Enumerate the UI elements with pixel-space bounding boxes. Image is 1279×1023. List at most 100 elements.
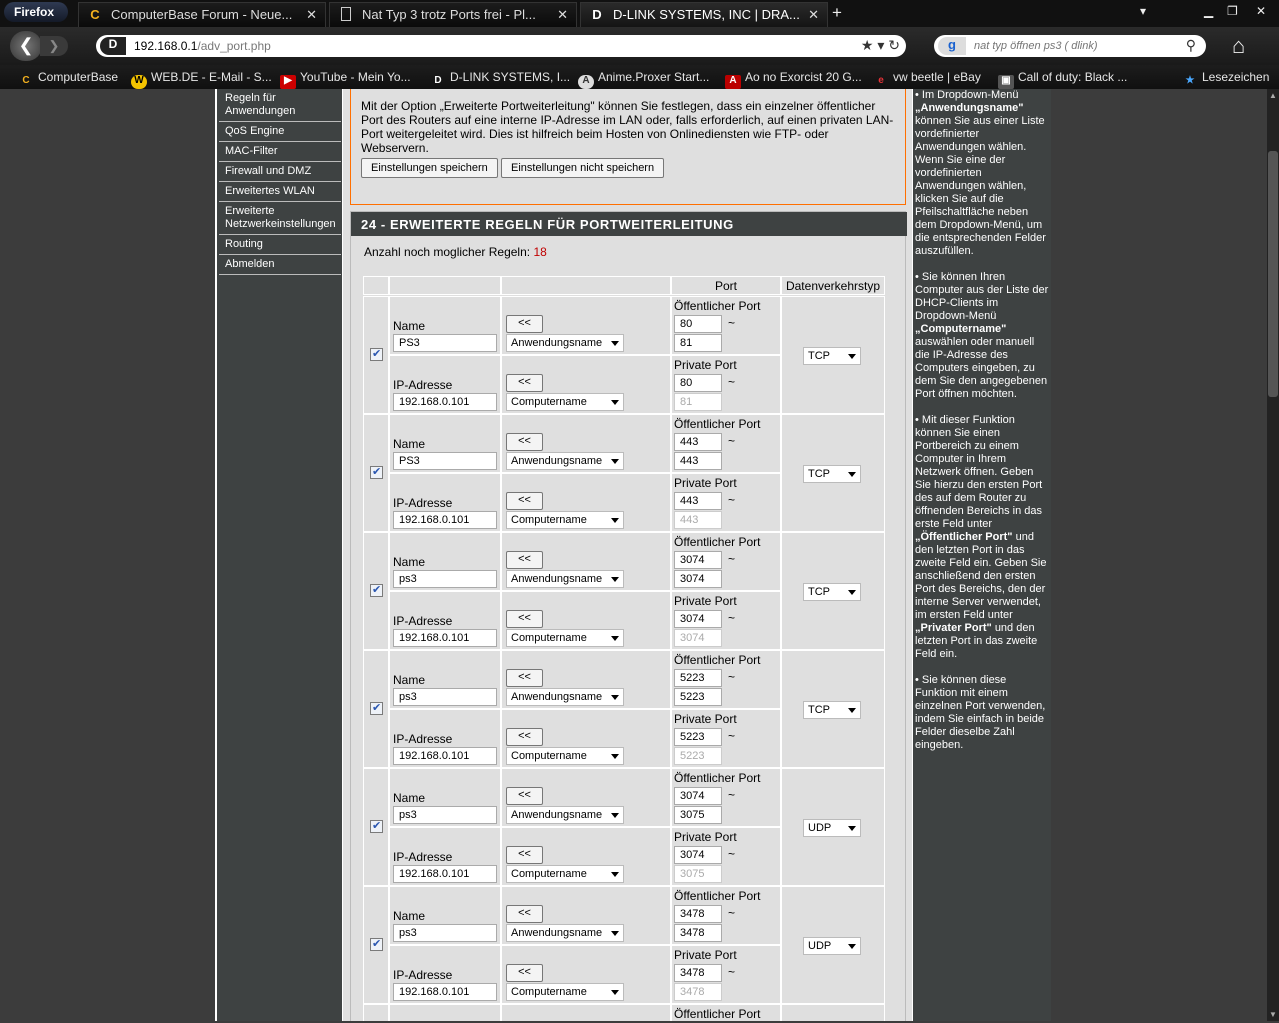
name-input[interactable] — [393, 334, 497, 352]
firefox-menu-button[interactable]: Firefox — [4, 2, 68, 22]
private-port-end-input[interactable] — [674, 511, 722, 529]
copy-app-button[interactable]: << — [506, 551, 543, 569]
search-bar[interactable]: g ⚲ — [934, 35, 1206, 57]
home-icon[interactable]: ⌂ — [1232, 33, 1245, 59]
ip-address-input[interactable] — [393, 393, 497, 411]
computer-name-select[interactable]: Computername — [506, 393, 624, 411]
new-tab-button[interactable]: + — [832, 3, 842, 23]
public-port-start-input[interactable] — [674, 787, 722, 805]
reload-icon[interactable]: ↻ — [888, 37, 900, 53]
private-port-start-input[interactable] — [674, 728, 722, 746]
app-name-select[interactable]: Anwendungsname — [506, 334, 624, 352]
ip-address-input[interactable] — [393, 747, 497, 765]
app-name-select[interactable]: Anwendungsname — [506, 452, 624, 470]
traffic-type-select[interactable]: TCP — [803, 701, 861, 719]
minimize-icon[interactable]: ▁ — [1204, 4, 1213, 18]
enable-checkbox[interactable] — [370, 701, 383, 715]
private-port-end-input[interactable] — [674, 747, 722, 765]
close-icon[interactable]: ✕ — [808, 7, 819, 23]
copy-computer-button[interactable]: << — [506, 846, 543, 864]
restore-icon[interactable]: ❐ — [1227, 4, 1238, 18]
ip-address-input[interactable] — [393, 865, 497, 883]
traffic-type-select[interactable]: UDP — [803, 937, 861, 955]
public-port-end-input[interactable] — [674, 806, 722, 824]
public-port-end-input[interactable] — [674, 334, 722, 352]
public-port-start-input[interactable] — [674, 669, 722, 687]
history-dropdown-icon[interactable]: ▾ — [877, 37, 884, 53]
google-icon[interactable]: g — [938, 37, 966, 55]
private-port-end-input[interactable] — [674, 983, 722, 1001]
public-port-start-input[interactable] — [674, 315, 722, 333]
public-port-end-input[interactable] — [674, 688, 722, 706]
bookmark-ao-no-exorcist[interactable]: A Ao no Exorcist 20 G... — [725, 70, 862, 89]
bookmark-anime-proxer[interactable]: A Anime.Proxer Start... — [578, 70, 709, 89]
close-icon[interactable]: ✕ — [557, 7, 568, 23]
close-icon[interactable]: ✕ — [306, 7, 317, 23]
scroll-up-icon[interactable]: ▲ — [1269, 91, 1277, 100]
private-port-start-input[interactable] — [674, 374, 722, 392]
copy-computer-button[interactable]: << — [506, 728, 543, 746]
tab-dlink[interactable]: D D-LINK SYSTEMS, INC | DRA... ✕ — [580, 2, 828, 27]
scrollbar-thumb[interactable] — [1268, 151, 1278, 397]
bookmarks-menu[interactable]: ★ Lesezeichen — [1182, 70, 1270, 89]
ip-address-input[interactable] — [393, 983, 497, 1001]
sidebar-item-firewall-dmz[interactable]: Firewall und DMZ — [219, 162, 341, 182]
sidebar-item-abmelden[interactable]: Abmelden — [219, 255, 341, 275]
enable-checkbox[interactable] — [370, 347, 383, 361]
public-port-start-input[interactable] — [674, 433, 722, 451]
name-input[interactable] — [393, 452, 497, 470]
app-name-select[interactable]: Anwendungsname — [506, 688, 624, 706]
scroll-down-icon[interactable]: ▼ — [1269, 1010, 1277, 1019]
forward-button[interactable]: ❯ — [40, 36, 68, 56]
sidebar-item-mac-filter[interactable]: MAC-Filter — [219, 142, 341, 162]
window-close-icon[interactable]: ✕ — [1256, 4, 1266, 18]
ip-address-input[interactable] — [393, 629, 497, 647]
computer-name-select[interactable]: Computername — [506, 629, 624, 647]
computer-name-select[interactable]: Computername — [506, 747, 624, 765]
computer-name-select[interactable]: Computername — [506, 983, 624, 1001]
name-input[interactable] — [393, 570, 497, 588]
app-name-select[interactable]: Anwendungsname — [506, 806, 624, 824]
app-name-select[interactable]: Anwendungsname — [506, 924, 624, 942]
bookmark-computerbase[interactable]: C ComputerBase — [18, 70, 118, 89]
traffic-type-select[interactable]: TCP — [803, 465, 861, 483]
site-identity-icon[interactable]: D — [100, 37, 126, 55]
sidebar-item-qos-engine[interactable]: QoS Engine — [219, 122, 341, 142]
name-input[interactable] — [393, 924, 497, 942]
dont-save-settings-button[interactable]: Einstellungen nicht speichern — [501, 158, 665, 178]
bookmark-youtube[interactable]: ▶ YouTube - Mein Yo... — [280, 70, 411, 89]
bookmark-star-icon[interactable]: ★ — [861, 37, 874, 53]
enable-checkbox[interactable] — [370, 937, 383, 951]
private-port-start-input[interactable] — [674, 964, 722, 982]
bookmark-dlink[interactable]: D D-LINK SYSTEMS, I... — [430, 70, 570, 89]
copy-computer-button[interactable]: << — [506, 610, 543, 628]
computer-name-select[interactable]: Computername — [506, 511, 624, 529]
public-port-end-input[interactable] — [674, 452, 722, 470]
public-port-end-input[interactable] — [674, 924, 722, 942]
traffic-type-select[interactable]: TCP — [803, 347, 861, 365]
page-scrollbar[interactable]: ▲ ▼ — [1267, 89, 1279, 1021]
copy-computer-button[interactable]: << — [506, 492, 543, 510]
search-input[interactable] — [974, 38, 1174, 54]
sidebar-item-erweitertes-wlan[interactable]: Erweitertes WLAN — [219, 182, 341, 202]
private-port-start-input[interactable] — [674, 492, 722, 510]
enable-checkbox[interactable] — [370, 583, 383, 597]
ip-address-input[interactable] — [393, 511, 497, 529]
app-name-select[interactable]: Anwendungsname — [506, 570, 624, 588]
bookmark-webde[interactable]: W WEB.DE - E-Mail - S... — [131, 70, 272, 89]
tab-nat-typ[interactable]: Nat Typ 3 trotz Ports frei - Pl... ✕ — [329, 2, 577, 27]
back-button[interactable]: ❮ — [10, 31, 42, 61]
url-text[interactable]: 192.168.0.1/adv_port.php — [134, 39, 271, 53]
name-input[interactable] — [393, 688, 497, 706]
bookmark-call-of-duty[interactable]: ▣ Call of duty: Black ... — [998, 70, 1127, 89]
url-bar[interactable]: D 192.168.0.1/adv_port.php ★ ▾ ↻ — [96, 35, 906, 57]
public-port-end-input[interactable] — [674, 570, 722, 588]
copy-computer-button[interactable]: << — [506, 374, 543, 392]
enable-checkbox[interactable] — [370, 465, 383, 479]
bookmark-ebay[interactable]: e vw beetle | eBay — [873, 70, 981, 89]
sidebar-item-erweiterte-netzwerkeinstellungen[interactable]: Erweiterte Netzwerkeinstellungen — [219, 202, 341, 235]
copy-app-button[interactable]: << — [506, 787, 543, 805]
private-port-start-input[interactable] — [674, 846, 722, 864]
copy-app-button[interactable]: << — [506, 315, 543, 333]
save-settings-button[interactable]: Einstellungen speichern — [361, 158, 498, 178]
